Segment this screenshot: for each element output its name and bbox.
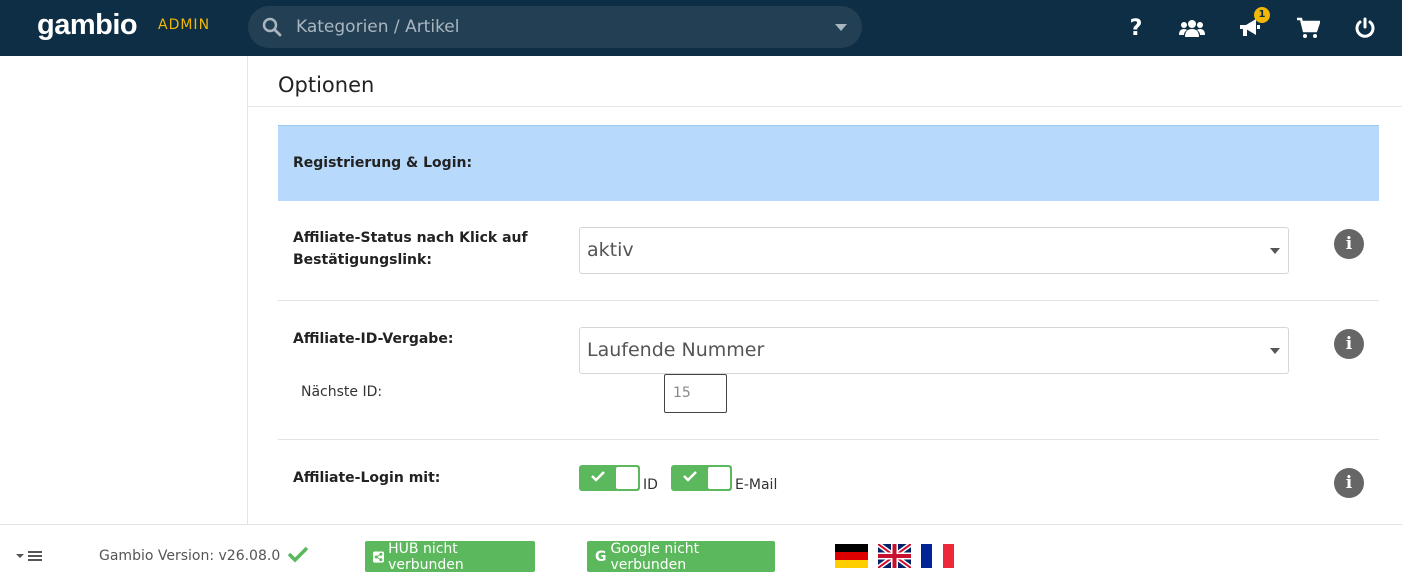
footer: Gambio Version: v26.08.0 HUB nicht verbu… [0, 524, 1402, 583]
version-text: Gambio Version: v26.08.0 [99, 548, 281, 564]
page-title: Optionen [278, 73, 375, 97]
notification-badge: 1 [1254, 7, 1270, 23]
sidebar [0, 56, 248, 524]
info-icon[interactable]: i [1334, 329, 1364, 359]
next-id-input[interactable]: 15 [664, 374, 727, 413]
chevron-down-icon [1270, 248, 1280, 254]
hub-status-button[interactable]: HUB nicht verbunden [365, 540, 535, 573]
check-icon [683, 471, 697, 482]
check-icon [287, 546, 309, 563]
fr-flag-icon[interactable] [921, 544, 954, 568]
select-value: aktiv [587, 239, 634, 261]
toggle-label-email: E-Mail [735, 477, 778, 493]
search-dropdown-chevron-icon[interactable] [835, 24, 847, 31]
power-icon[interactable] [1351, 14, 1379, 42]
cart-icon[interactable] [1294, 14, 1322, 42]
hub-status-label: HUB nicht verbunden [388, 540, 464, 573]
section-title: Registrierung & Login: [293, 155, 473, 171]
info-icon[interactable]: i [1334, 229, 1364, 259]
chevron-down-icon [1270, 348, 1280, 354]
toggle-knob [616, 467, 638, 489]
select-value: Laufende Nummer [587, 339, 765, 361]
google-status-button[interactable]: G Google nicht verbunden [587, 540, 775, 573]
option-row-affiliate-id: Affiliate-ID-Vergabe: Laufende Nummer i [278, 301, 1379, 440]
affiliate-status-select[interactable]: aktiv [579, 227, 1289, 274]
users-icon[interactable] [1178, 14, 1206, 42]
next-id-value: 15 [673, 385, 691, 401]
toggle-knob [708, 467, 730, 489]
option-label: Affiliate-Status nach Klick auf Bestätig… [293, 230, 528, 268]
de-flag-icon[interactable] [835, 544, 868, 568]
title-divider [248, 106, 1402, 107]
info-icon[interactable]: i [1334, 468, 1364, 498]
search-input[interactable]: Kategorien / Artikel [296, 17, 460, 37]
login-id-toggle[interactable] [579, 465, 640, 491]
menu-toggle-icon[interactable] [15, 548, 45, 567]
affiliate-id-select[interactable]: Laufende Nummer [579, 327, 1289, 374]
next-id-label: Nächste ID: [301, 384, 383, 400]
section-header: Registrierung & Login: [278, 125, 1379, 201]
option-row-affiliate-login: Affiliate-Login mit: i [278, 440, 1379, 524]
option-label: Affiliate-ID-Vergabe: [293, 331, 454, 347]
search-bar[interactable]: Kategorien / Artikel [248, 6, 862, 48]
search-icon [262, 17, 282, 37]
top-navigation-bar: gambio ADMIN Kategorien / Artikel ? 1 [0, 0, 1402, 56]
share-icon [373, 550, 385, 563]
google-icon: G [595, 548, 607, 565]
gb-flag-icon[interactable] [878, 544, 911, 568]
google-status-label: Google nicht verbunden [610, 540, 700, 573]
option-row-affiliate-status: Affiliate-Status nach Klick auf Bestätig… [278, 201, 1379, 301]
help-icon[interactable]: ? [1122, 14, 1150, 42]
login-email-toggle[interactable] [671, 465, 732, 491]
admin-label: ADMIN [158, 17, 211, 33]
option-label: Affiliate-Login mit: [293, 470, 441, 486]
check-icon [591, 471, 605, 482]
gambio-logo[interactable]: gambio [37, 9, 138, 42]
toggle-label-id: ID [643, 477, 658, 493]
